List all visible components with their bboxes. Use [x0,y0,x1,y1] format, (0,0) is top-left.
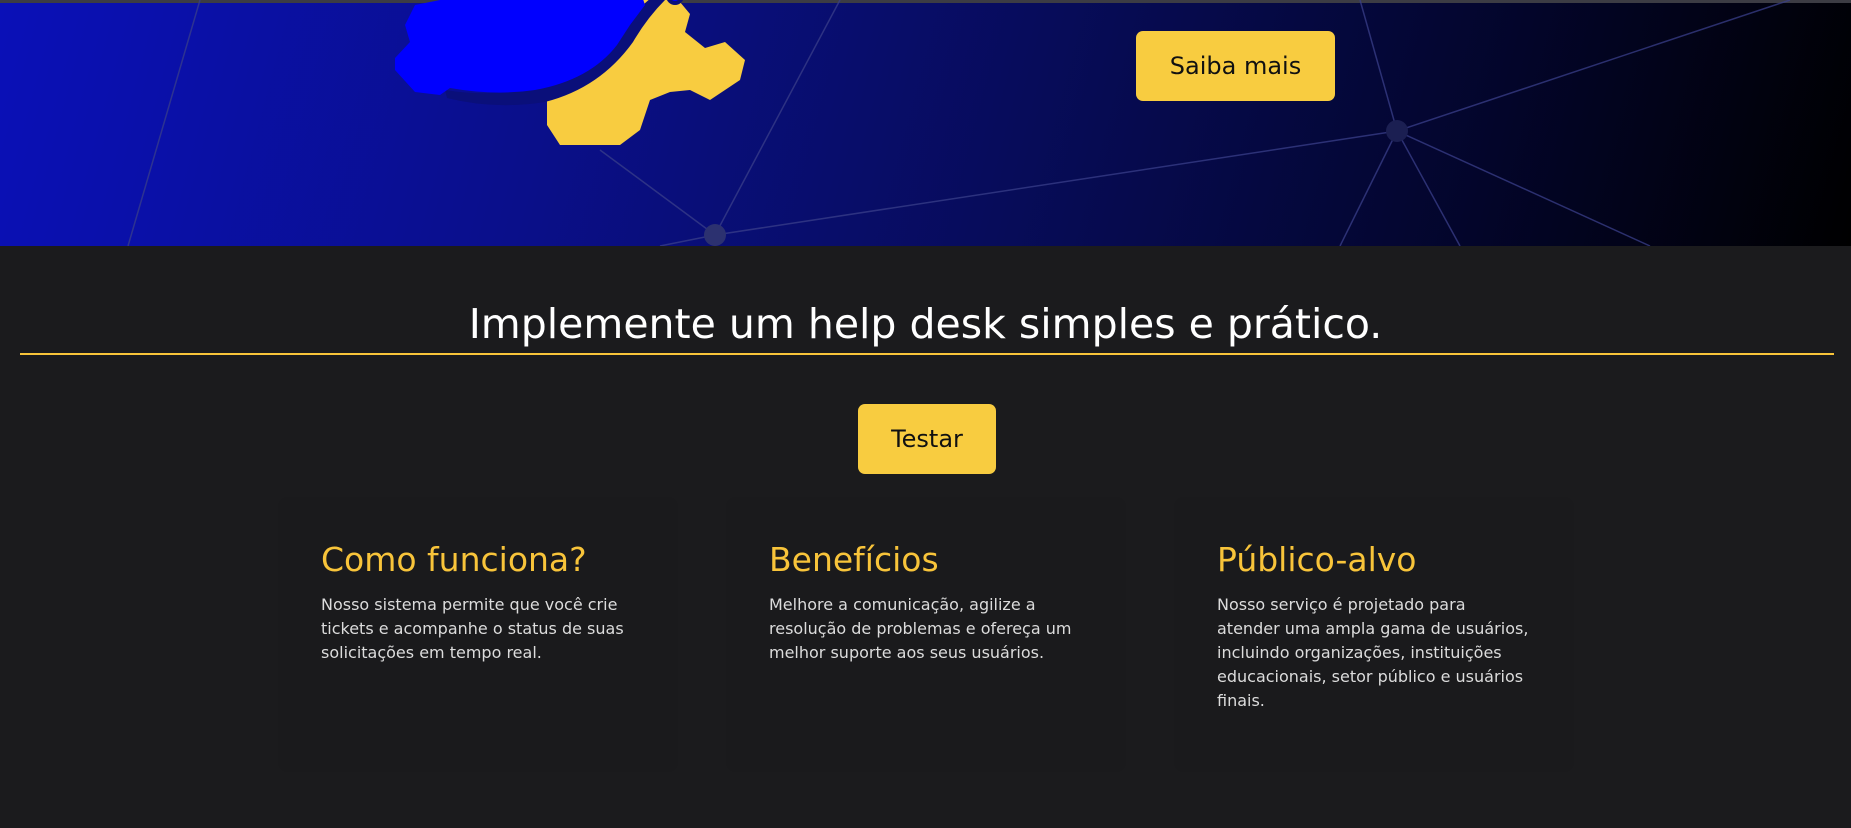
feature-card-beneficios: Benefícios Melhore a comunicação, agiliz… [726,497,1126,772]
network-node [704,224,726,246]
hero-banner: Saiba mais [0,0,1851,246]
saiba-mais-button[interactable]: Saiba mais [1136,31,1335,101]
network-lines-decoration [127,0,1791,246]
feature-card-como-funciona: Como funciona? Nosso sistema permite que… [278,497,678,772]
card-title: Público-alvo [1217,540,1417,579]
testar-button[interactable]: Testar [858,404,996,474]
feature-card-publico-alvo: Público-alvo Nosso serviço é projetado p… [1174,497,1574,772]
card-title: Como funciona? [321,540,587,579]
card-text: Melhore a comunicação, agilize a resoluç… [769,595,1072,662]
card-text: Nosso serviço é projetado para atender u… [1217,595,1529,710]
network-node [1386,120,1408,142]
title-underline [20,353,1834,355]
gears-icon [385,0,805,184]
section-title: Implemente um help desk simples e prátic… [468,300,1383,348]
card-title: Benefícios [769,540,939,579]
card-text: Nosso sistema permite que você crie tick… [321,595,624,662]
